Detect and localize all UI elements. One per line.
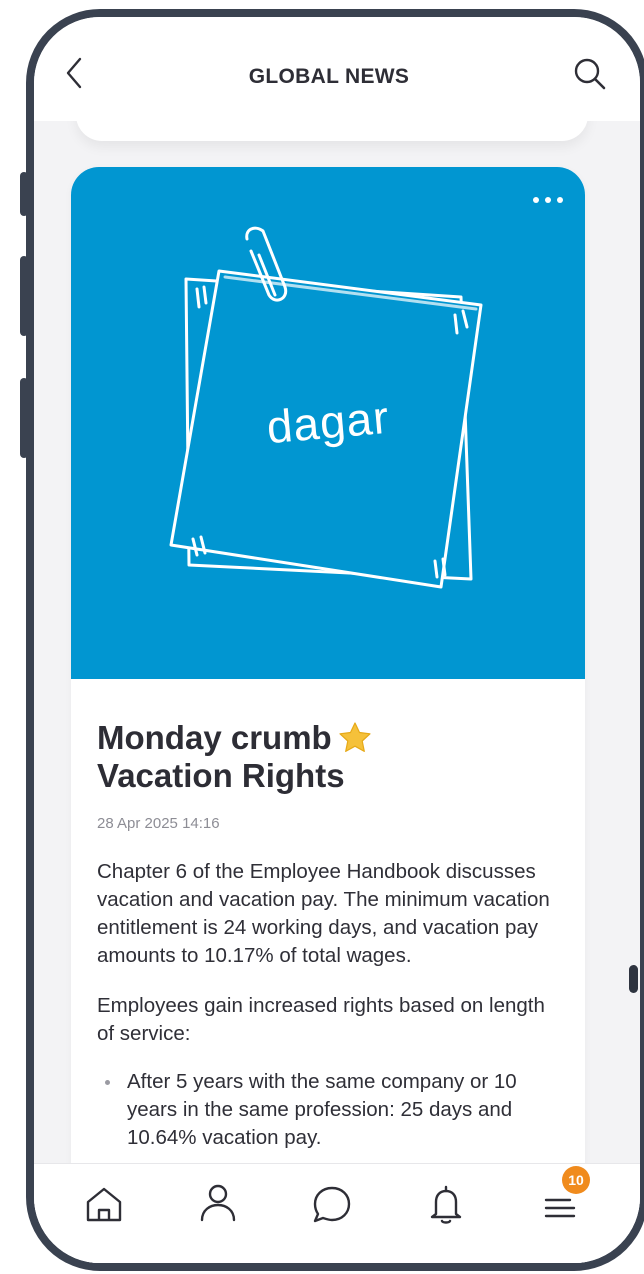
article-title-line1: Monday crumb [97,719,332,756]
search-icon [574,58,606,90]
home-icon [86,1187,122,1222]
search-button[interactable] [571,55,609,93]
article-more-button[interactable] [529,189,567,211]
notification-count-badge: 10 [562,1166,590,1194]
more-horizontal-icon [533,197,563,203]
chat-icon [313,1186,351,1223]
bell-icon [430,1185,462,1224]
tab-home[interactable] [74,1174,134,1234]
tab-notifications[interactable] [416,1174,476,1234]
news-article-card[interactable]: dagar Monday crumb Vacation Rights 28 Ap… [71,167,585,1263]
article-hero-image: dagar [71,167,585,679]
article-bullet-item: After 5 years with the same company or 1… [99,1068,559,1152]
article-bullet-list: After 5 years with the same company or 1… [97,1068,559,1152]
tab-chat[interactable] [302,1174,362,1234]
article-title-line2: Vacation Rights [97,757,345,794]
tab-menu[interactable]: 10 [530,1166,590,1234]
scrollbar-thumb[interactable] [629,965,638,993]
tab-profile[interactable] [188,1174,248,1234]
article-date: 28 Apr 2025 14:16 [97,815,220,832]
top-app-bar: GLOBAL NEWS [34,17,640,121]
news-feed[interactable]: dagar Monday crumb Vacation Rights 28 Ap… [34,121,640,1263]
article-body: Monday crumb Vacation Rights 28 Apr 2025… [71,679,585,1152]
page-title: GLOBAL NEWS [248,65,410,88]
app-screen: GLOBAL NEWS dagar Monday crumb Vacation … [34,17,640,1263]
article-paragraph: Employees gain increased rights based on… [97,994,545,1045]
phone-frame: GLOBAL NEWS dagar Monday crumb Vacation … [26,9,644,1271]
profile-icon [200,1184,236,1222]
previous-news-card[interactable] [76,121,588,141]
article-title: Monday crumb Vacation Rights [97,719,559,795]
bottom-tab-bar: 10 [34,1163,640,1263]
star-icon [339,722,371,752]
article-paragraph: Chapter 6 of the Employee Handbook discu… [97,860,550,967]
